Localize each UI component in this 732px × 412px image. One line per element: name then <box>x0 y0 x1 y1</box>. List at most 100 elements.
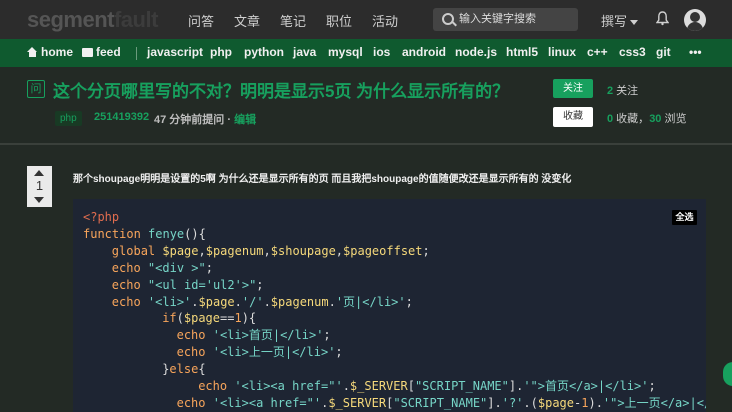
code-token: else <box>169 362 199 377</box>
nav-jobs[interactable]: 职位 <box>326 11 352 30</box>
code-token: ). <box>588 395 603 410</box>
code-token: $page <box>537 395 574 410</box>
code-token: ( <box>176 311 184 326</box>
tag-git[interactable]: git <box>656 45 671 59</box>
section-divider <box>0 143 732 145</box>
code-token: global <box>111 243 163 258</box>
downvote-icon[interactable] <box>34 197 44 203</box>
tag-html5[interactable]: html5 <box>506 45 538 59</box>
edit-link[interactable]: 编辑 <box>234 114 256 126</box>
code-token: . <box>191 294 199 309</box>
code-token: function <box>83 226 149 241</box>
code-token: echo <box>176 345 213 360</box>
ask-time: 47 分钟前提问 · <box>154 114 235 126</box>
follow-button[interactable]: 关注 <box>553 79 593 98</box>
tag-linux[interactable]: linux <box>548 45 576 59</box>
code-token: .( <box>523 395 538 410</box>
nav-home-label: home <box>41 45 74 59</box>
tag-nav-bar: home feed javascript php python java mys… <box>0 39 732 67</box>
code-token: $pagenum <box>205 243 264 258</box>
code-line: echo "<ul id='ul2'>"; <box>112 277 264 293</box>
upvote-icon[interactable] <box>34 170 44 176</box>
question-title[interactable]: 这个分页哪里写的不对？明明是显示5页 为什么显示所有的？ <box>53 77 509 102</box>
search-input[interactable] <box>459 11 571 27</box>
question-icon: 问 <box>27 80 45 98</box>
code-line: echo '<li>'.$page.'/'.$pagenum.'页|</li>'… <box>112 294 413 310</box>
nav-divider <box>136 47 137 60</box>
code-token: ; <box>405 294 413 309</box>
code-block[interactable]: <?php function fenye(){global $page,$page… <box>73 199 706 412</box>
nav-questions[interactable]: 问答 <box>188 11 214 30</box>
select-all-button[interactable]: 全选 <box>672 210 697 225</box>
code-token: $page <box>198 294 235 309</box>
code-token: echo <box>176 328 213 343</box>
code-token: '页|</li>' <box>335 294 406 309</box>
followers-label: 关注 <box>613 85 639 97</box>
bell-icon[interactable] <box>656 11 669 26</box>
more-tags-button[interactable]: ••• <box>689 45 702 59</box>
search-box[interactable] <box>433 8 578 31</box>
code-token: $page <box>183 311 220 326</box>
tag-cpp[interactable]: c++ <box>587 45 608 59</box>
home-icon <box>27 47 38 57</box>
code-token: . <box>263 294 271 309</box>
code-line: echo '<li>上一页|</li>'; <box>177 344 343 360</box>
tag-css3[interactable]: css3 <box>619 45 646 59</box>
code-token: . <box>328 294 336 309</box>
tag-php[interactable]: php <box>210 45 232 59</box>
code-token: . <box>342 379 350 393</box>
views-label: 浏览 <box>661 113 687 125</box>
nav-events[interactable]: 活动 <box>372 11 398 30</box>
collect-views-stat: 0 收藏，30 浏览 <box>607 110 687 126</box>
code-line: if($page==1){ <box>162 310 256 326</box>
feed-icon <box>82 48 93 57</box>
code-token: == <box>220 311 235 326</box>
question-meta: 47 分钟前提问 · 编辑 <box>154 111 256 127</box>
collect-button[interactable]: 收藏 <box>553 107 593 127</box>
code-token: [ <box>407 379 415 393</box>
code-line: global $page,$pagenum,$shoupage,$pageoff… <box>112 243 430 259</box>
nav-articles[interactable]: 文章 <box>234 11 260 30</box>
side-float-button[interactable] <box>723 362 732 386</box>
code-line: echo '<li><a href="'.$_SERVER["SCRIPT_NA… <box>177 395 706 411</box>
code-token: , <box>198 243 206 258</box>
code-token: echo <box>111 277 148 292</box>
nav-home[interactable]: home <box>27 45 73 59</box>
avatar[interactable] <box>684 9 706 31</box>
question-body: 那个shoupage明明是设置的5啊 为什么还是显示所有的页 而且我把shoup… <box>73 174 572 185</box>
tag-java[interactable]: java <box>293 45 316 59</box>
tag-javascript[interactable]: javascript <box>147 45 203 59</box>
code-token: $_SERVER <box>328 395 387 410</box>
nav-notes[interactable]: 笔记 <box>280 11 306 30</box>
tag-nodejs[interactable]: node.js <box>455 45 497 59</box>
code-token: . <box>234 294 242 309</box>
tag-mysql[interactable]: mysql <box>328 45 363 59</box>
vote-count: 1 <box>35 178 44 193</box>
code-token: "SCRIPT_NAME" <box>393 395 488 410</box>
author-link[interactable]: 251419392 <box>94 111 149 123</box>
code-token: fenye <box>148 226 185 241</box>
nav-feed[interactable]: feed <box>82 45 121 59</box>
tag-android[interactable]: android <box>402 45 446 59</box>
code-token: $page <box>162 243 199 258</box>
question-tag[interactable]: php <box>55 111 82 126</box>
top-header: segmentfault 问答 文章 笔记 职位 活动 撰写 <box>0 0 732 39</box>
code-token: { <box>198 362 206 377</box>
tag-python[interactable]: python <box>244 45 284 59</box>
write-menu[interactable]: 撰写 <box>601 11 639 30</box>
code-token: echo <box>111 260 148 275</box>
site-logo[interactable]: segmentfault <box>27 7 158 33</box>
code-token: ; <box>648 379 656 393</box>
code-token: ]. <box>487 395 502 410</box>
tag-ios[interactable]: ios <box>373 45 390 59</box>
code-line: }else{ <box>162 361 205 377</box>
code-token: , <box>263 243 271 258</box>
code-token: '/' <box>241 294 264 309</box>
code-token: '">上一页</a>|</ <box>602 395 706 410</box>
code-token: <?php <box>83 210 120 224</box>
code-token: if <box>162 311 177 326</box>
code-token: '<li><a href="' <box>212 395 322 410</box>
code-token: ; <box>323 328 331 343</box>
views-count: 30 <box>649 113 662 125</box>
code-token: , <box>335 243 344 258</box>
